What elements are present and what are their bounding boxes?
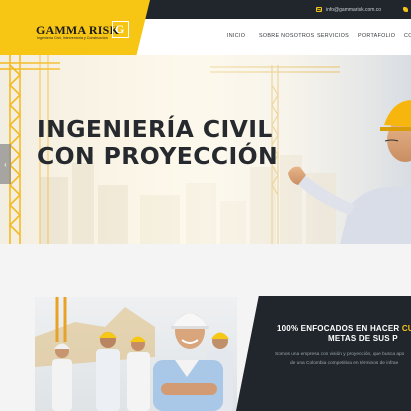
phone-contact[interactable] bbox=[403, 0, 408, 19]
hero-title-line2: CON PROYECCIÓN bbox=[37, 142, 279, 170]
email-text[interactable]: info@gammarisk.com.co bbox=[326, 7, 381, 13]
engineers-image bbox=[35, 297, 233, 411]
nav-item-portafolio[interactable]: PORTAFOLIO bbox=[358, 33, 395, 39]
phone-icon bbox=[403, 7, 408, 12]
brand-tagline: Ingeniería Civil, Interventoría y Constr… bbox=[37, 36, 108, 40]
team-photo bbox=[35, 297, 237, 411]
mail-icon bbox=[316, 7, 322, 12]
hero-title-line1: INGENIERÍA CIVIL bbox=[37, 115, 273, 143]
chevron-left-icon: ‹ bbox=[4, 159, 7, 169]
about-text-line2: de una Colombia competitiva en términos … bbox=[290, 361, 399, 366]
nav-item-contacto[interactable]: CO bbox=[404, 33, 411, 39]
about-text-line1: Somos una empresa con visión y proyecció… bbox=[275, 352, 405, 357]
about-title-line2: METAS DE SUS P bbox=[328, 334, 398, 343]
nav-item-servicios[interactable]: SERVICIOS bbox=[317, 33, 349, 39]
hero-slider: INGENIERÍA CIVIL CON PROYECCIÓN bbox=[0, 55, 411, 244]
logo-mark-icon: G bbox=[112, 21, 129, 38]
about-title-line1: 100% ENFOCADOS EN HACER CU bbox=[277, 324, 411, 333]
nav-item-sobre-nosotros[interactable]: SOBRE NOSOTROS bbox=[259, 33, 314, 39]
email-contact[interactable]: info@gammarisk.com.co bbox=[316, 0, 381, 19]
nav-item-inicio[interactable]: INICIO bbox=[227, 33, 245, 39]
hero-title: INGENIERÍA CIVIL CON PROYECCIÓN bbox=[37, 116, 278, 170]
slider-prev-arrow[interactable]: ‹ bbox=[0, 144, 11, 184]
logo[interactable]: GAMMA RISK Ingeniería Civil, Interventor… bbox=[0, 0, 150, 55]
